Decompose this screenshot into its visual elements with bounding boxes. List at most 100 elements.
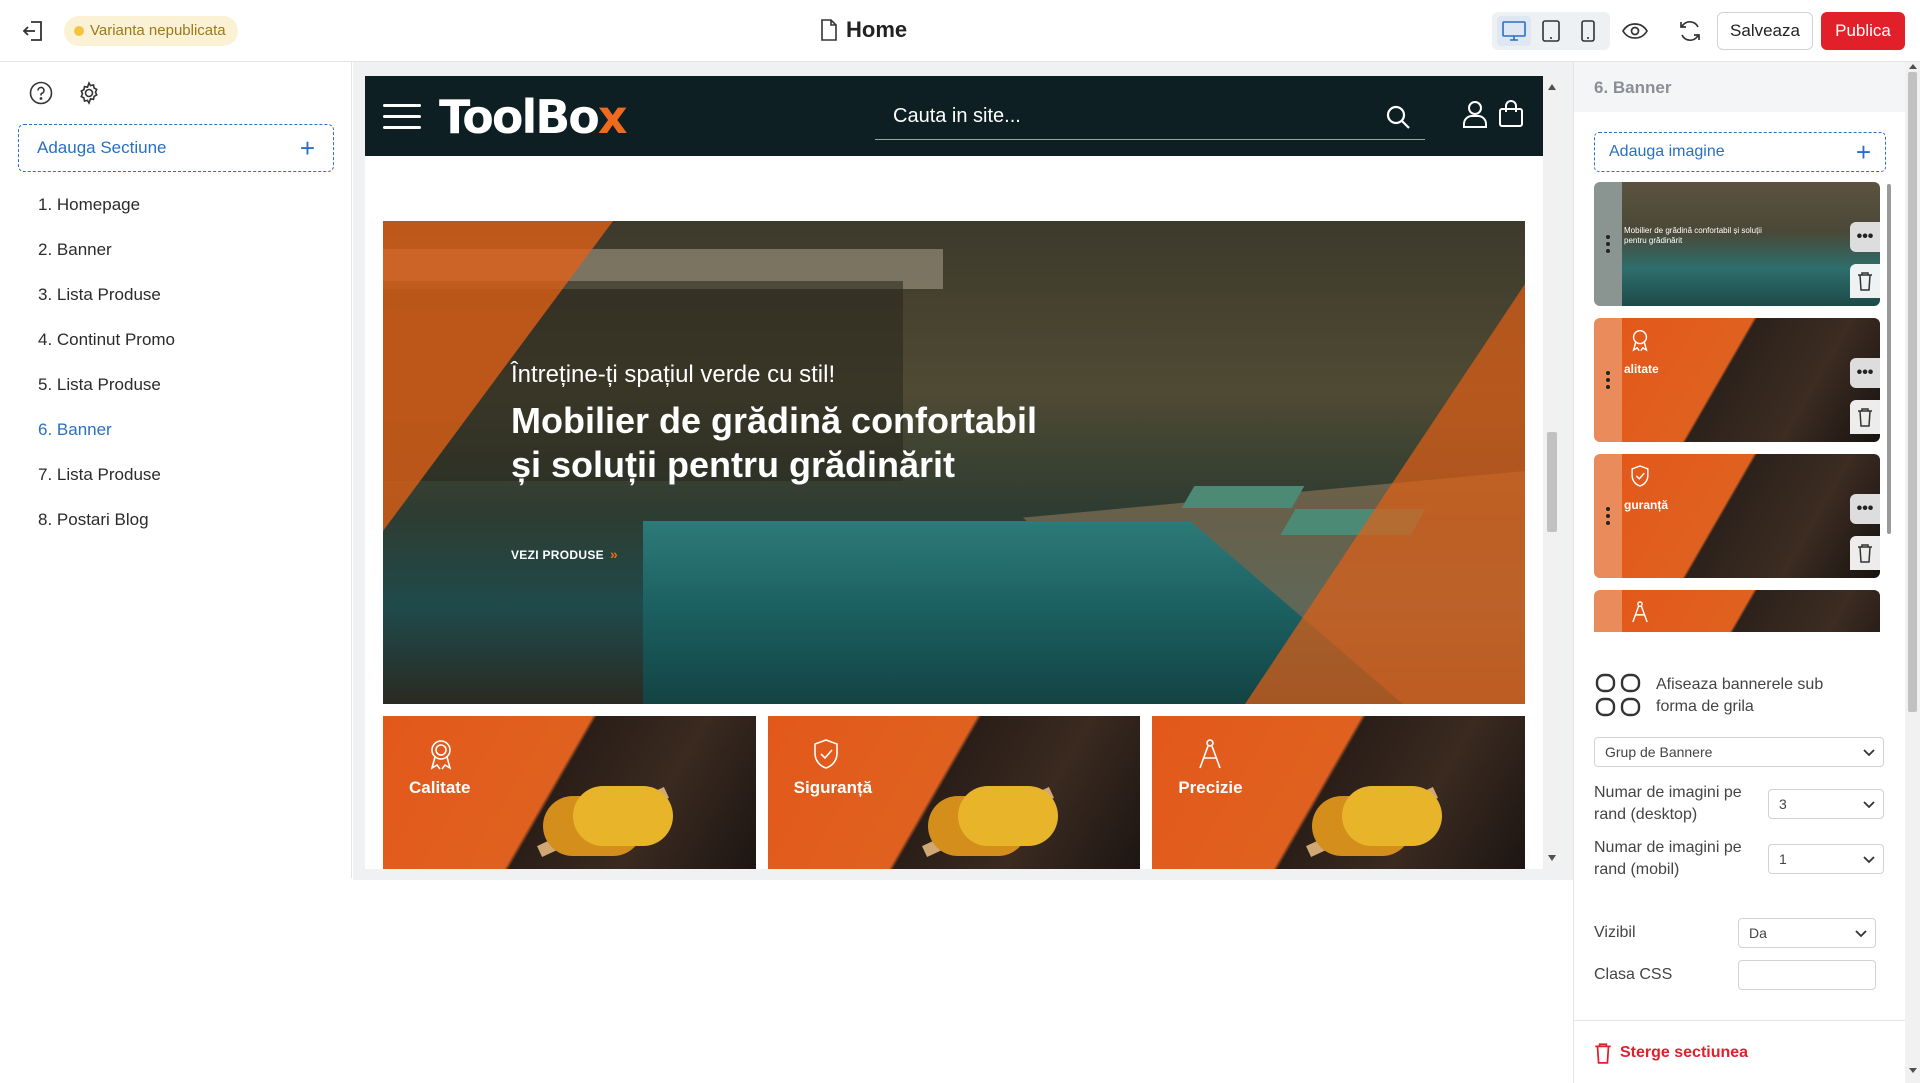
tile-precizie[interactable]: Precizie (1152, 716, 1526, 869)
settings-button[interactable] (76, 80, 102, 106)
sections-sidebar: Adauga Sectiune + 1. Homepage 2. Banner … (0, 62, 352, 878)
status-text: Varianta nepublicata (90, 22, 226, 39)
delete-section-label: Sterge sectiunea (1620, 1044, 1749, 1061)
site-search-input[interactable] (875, 94, 1365, 138)
trash-icon (1595, 1043, 1611, 1064)
publish-button[interactable]: Publica (1821, 12, 1905, 50)
image-list-scrollbar[interactable] (1887, 184, 1891, 534)
sync-button[interactable] (1673, 14, 1707, 48)
tile-siguranta[interactable]: Siguranță (767, 716, 1141, 869)
drag-handle-icon[interactable] (1594, 590, 1622, 632)
section-item-banner[interactable]: 2. Banner (38, 227, 175, 272)
banner-thumb[interactable] (1594, 590, 1880, 632)
drag-handle-icon[interactable] (1594, 318, 1622, 442)
feature-tiles: Calitate Siguranță Precizie (383, 716, 1526, 869)
per-row-desktop-select[interactable]: 3 (1768, 789, 1884, 819)
chevron-down-icon (1863, 856, 1875, 864)
per-row-mobile-select[interactable]: 1 (1768, 844, 1884, 874)
section-item-postari-blog[interactable]: 8. Postari Blog (38, 497, 175, 542)
search-icon[interactable] (1385, 104, 1411, 135)
canvas-scrollbar[interactable] (1543, 76, 1561, 869)
more-options-button[interactable]: ••• (1850, 222, 1880, 252)
scroll-up-icon[interactable] (1548, 84, 1556, 90)
panel-scrollbar[interactable] (1905, 62, 1920, 1083)
scroll-down-icon[interactable] (1548, 855, 1556, 861)
banner-group-select[interactable]: Grup de Bannere (1594, 737, 1884, 767)
more-options-button[interactable]: ••• (1850, 358, 1880, 388)
scroll-thumb[interactable] (1547, 432, 1557, 532)
banner-thumb-caption: guranță (1624, 498, 1669, 512)
mobile-icon (1580, 20, 1595, 42)
hero-subtitle: Întreține-ți spațiul verde cu stil! (511, 361, 836, 388)
section-item-lista-produse[interactable]: 7. Lista Produse (38, 452, 175, 497)
save-button[interactable]: Salveaza (1717, 12, 1813, 50)
hero-banner[interactable]: Întreține-ți spațiul verde cu stil! Mobi… (383, 221, 1525, 704)
scroll-thumb[interactable] (1908, 72, 1917, 712)
help-button[interactable] (28, 80, 54, 106)
section-item-homepage[interactable]: 1. Homepage (38, 182, 175, 227)
status-dot (74, 26, 84, 36)
css-class-input[interactable] (1738, 960, 1876, 990)
banner-thumb-caption: Mobilier de grădină confortabil și soluț… (1624, 226, 1762, 245)
desktop-view-button[interactable] (1497, 16, 1532, 46)
user-icon[interactable] (1462, 100, 1488, 133)
site-header: ToolBox (365, 76, 1543, 156)
add-image-label: Adauga imagine (1609, 143, 1725, 160)
per-row-desktop-value: 3 (1779, 796, 1787, 812)
delete-image-button[interactable] (1850, 400, 1880, 434)
banner-thumb[interactable]: Mobilier de grădină confortabil și soluț… (1594, 182, 1880, 306)
tile-calitate[interactable]: Calitate (383, 716, 756, 869)
hero-cta-link[interactable]: VEZI PRODUSE » (511, 546, 618, 562)
delete-image-button[interactable] (1850, 536, 1880, 570)
hamburger-menu-icon[interactable] (383, 104, 421, 130)
exit-editor-button[interactable] (18, 16, 48, 46)
scroll-down-icon[interactable] (1909, 1068, 1917, 1073)
hero-cta-label: VEZI PRODUSE (511, 548, 604, 562)
section-item-lista-produse[interactable]: 3. Lista Produse (38, 272, 175, 317)
shield-check-icon (1630, 464, 1650, 493)
banner-image-list: Mobilier de grădină confortabil și soluț… (1594, 182, 1886, 632)
document-icon (821, 19, 837, 41)
help-icon (29, 81, 53, 105)
tablet-icon (1542, 20, 1560, 42)
banner-thumb-image (1622, 590, 1880, 632)
eye-icon (1622, 23, 1648, 39)
add-section-button[interactable]: Adauga Sectiune + (18, 124, 334, 172)
status-badge: Varianta nepublicata (64, 16, 238, 46)
banner-thumb[interactable]: alitate ••• (1594, 318, 1880, 442)
grid-toggle-label: Afiseaza bannerele sub forma de grila (1656, 676, 1824, 715)
delete-section-button[interactable]: Sterge sectiunea (1594, 1042, 1748, 1064)
grid-display-toggle[interactable]: Afiseaza bannerele sub forma de grila (1594, 672, 1856, 718)
mobile-view-button[interactable] (1571, 16, 1605, 46)
tile-label: Calitate (409, 778, 471, 797)
preview-button[interactable] (1618, 14, 1652, 48)
exit-icon (22, 21, 42, 41)
delete-image-button[interactable] (1850, 264, 1880, 298)
award-ribbon-icon (1630, 328, 1650, 357)
compass-icon (1196, 738, 1224, 775)
more-options-button[interactable]: ••• (1850, 494, 1880, 524)
trash-icon (1858, 408, 1872, 427)
add-image-button[interactable]: Adauga imagine + (1594, 132, 1886, 172)
site-logo[interactable]: ToolBox (439, 90, 628, 144)
section-item-banner-active[interactable]: 6. Banner (38, 407, 175, 452)
hero-text: Întreține-ți spațiul verde cu stil! Mobi… (511, 361, 1071, 487)
sidebar-tools (28, 80, 102, 106)
section-item-lista-produse[interactable]: 5. Lista Produse (38, 362, 175, 407)
plus-icon: + (299, 133, 315, 163)
shopping-bag-icon[interactable] (1498, 100, 1524, 133)
panel-divider (1574, 1020, 1906, 1021)
banner-thumb[interactable]: guranță ••• (1594, 454, 1880, 578)
tile-label: Siguranță (793, 778, 873, 797)
panel-title: 6. Banner (1574, 62, 1906, 112)
visible-select[interactable]: Da (1738, 918, 1876, 948)
trash-icon (1858, 544, 1872, 563)
page-title: Home (846, 17, 908, 42)
section-item-continut-promo[interactable]: 4. Continut Promo (38, 317, 175, 362)
scroll-up-icon[interactable] (1909, 64, 1917, 69)
double-chevron-icon: » (609, 546, 619, 562)
tablet-view-button[interactable] (1534, 16, 1568, 46)
trash-icon (1858, 272, 1872, 291)
drag-handle-icon[interactable] (1594, 182, 1622, 306)
drag-handle-icon[interactable] (1594, 454, 1622, 578)
